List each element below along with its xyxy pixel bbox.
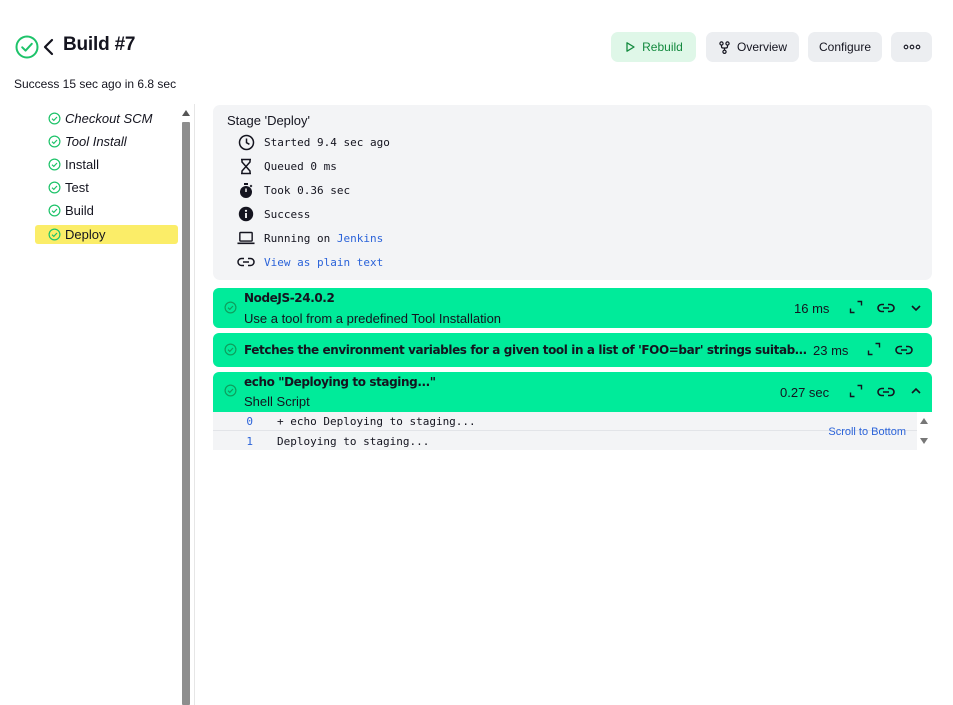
log-line-number[interactable]: 0 bbox=[213, 415, 257, 428]
stage-item-test[interactable]: Test bbox=[35, 178, 178, 197]
laptop-icon bbox=[237, 229, 255, 247]
step-title: NodeJS-24.0.2 bbox=[244, 291, 335, 305]
chevron-down-icon[interactable] bbox=[907, 299, 925, 317]
expand-icon[interactable] bbox=[865, 340, 883, 358]
step-title: echo "Deploying to staging..." bbox=[244, 375, 436, 389]
step-row[interactable]: echo "Deploying to staging..." Shell Scr… bbox=[213, 372, 932, 412]
scroll-to-bottom-link[interactable]: Scroll to Bottom bbox=[828, 426, 906, 438]
step-row[interactable]: Fetches the environment variables for a … bbox=[213, 333, 932, 367]
stage-item-label: Tool Install bbox=[65, 134, 127, 149]
view-plain-text-link[interactable]: View as plain text bbox=[264, 256, 383, 269]
success-check-icon bbox=[224, 343, 237, 356]
success-check-icon bbox=[224, 301, 237, 314]
sidebar-divider bbox=[194, 104, 195, 705]
stage-queued-text: Queued 0 ms bbox=[264, 159, 337, 173]
sidebar-scrollbar[interactable] bbox=[180, 104, 193, 705]
stage-queued-row: Queued 0 ms bbox=[237, 157, 337, 175]
configure-label: Configure bbox=[818, 40, 872, 54]
success-check-icon bbox=[48, 112, 61, 125]
success-check-icon bbox=[48, 135, 61, 148]
link-icon[interactable] bbox=[877, 299, 895, 317]
success-check-icon bbox=[48, 228, 61, 241]
link-icon[interactable] bbox=[877, 383, 895, 401]
info-icon bbox=[237, 205, 255, 223]
configure-button[interactable]: Configure bbox=[808, 32, 882, 62]
success-check-icon bbox=[48, 204, 61, 217]
success-status-icon bbox=[15, 35, 39, 59]
step-duration: 0.27 sec bbox=[780, 385, 830, 400]
stage-node-prefix: Running on bbox=[264, 231, 337, 245]
rebuild-label: Rebuild bbox=[642, 40, 683, 54]
stage-item-build[interactable]: Build bbox=[35, 201, 178, 220]
build-header: Build #7 Success 15 sec ago in 6.8 sec R… bbox=[0, 0, 953, 100]
stage-item-label: Install bbox=[65, 157, 99, 172]
log-line: 0 + echo Deploying to staging... bbox=[213, 412, 917, 431]
scroll-up-arrow-icon[interactable] bbox=[182, 110, 190, 116]
stage-item-label: Test bbox=[65, 180, 89, 195]
log-line-text: Deploying to staging... bbox=[277, 435, 430, 448]
stage-item-install[interactable]: Install bbox=[35, 155, 178, 174]
stage-tree: Checkout SCM Tool Install Install Test B… bbox=[0, 104, 180, 705]
play-icon bbox=[626, 42, 635, 52]
stage-status-row: Success bbox=[237, 205, 310, 223]
log-line-number[interactable]: 1 bbox=[213, 435, 257, 448]
stage-item-label: Build bbox=[65, 203, 94, 218]
chevron-up-icon[interactable] bbox=[907, 382, 925, 400]
scroll-down-arrow-icon[interactable] bbox=[920, 438, 928, 444]
step-row[interactable]: NodeJS-24.0.2 Use a tool from a predefin… bbox=[213, 288, 932, 328]
stage-item-checkout-scm[interactable]: Checkout SCM bbox=[35, 109, 178, 128]
stage-node-row: Running on Jenkins bbox=[237, 229, 383, 247]
expand-icon[interactable] bbox=[847, 382, 865, 400]
overview-label: Overview bbox=[736, 40, 787, 54]
success-check-icon bbox=[48, 181, 61, 194]
build-status-summary: Success 15 sec ago in 6.8 sec bbox=[14, 77, 177, 91]
log-line: 1 Deploying to staging... bbox=[213, 432, 917, 451]
stage-item-tool-install[interactable]: Tool Install bbox=[35, 132, 178, 151]
scroll-up-arrow-icon[interactable] bbox=[920, 418, 928, 424]
stage-started-row: Started 9.4 sec ago bbox=[237, 133, 390, 151]
log-line-text: + echo Deploying to staging... bbox=[277, 414, 476, 428]
stage-item-label: Checkout SCM bbox=[65, 111, 153, 126]
page-title: Build #7 bbox=[63, 34, 136, 55]
link-icon[interactable] bbox=[895, 341, 913, 359]
step-log-output: 0 + echo Deploying to staging... 1 Deplo… bbox=[213, 412, 917, 450]
stage-started-text: Started 9.4 sec ago bbox=[264, 135, 390, 149]
expand-icon[interactable] bbox=[847, 298, 865, 316]
stage-item-label: Deploy bbox=[65, 227, 106, 242]
success-check-icon bbox=[224, 384, 237, 397]
stage-took-text: Took 0.36 sec bbox=[264, 183, 351, 197]
link-icon bbox=[237, 253, 255, 271]
step-subtitle: Use a tool from a predefined Tool Instal… bbox=[244, 311, 502, 326]
branch-icon bbox=[719, 40, 730, 54]
stage-item-deploy[interactable]: Deploy bbox=[35, 225, 178, 244]
rebuild-button[interactable]: Rebuild bbox=[611, 32, 696, 62]
stage-plaintext-row: View as plain text bbox=[237, 253, 383, 271]
scrollbar-thumb[interactable] bbox=[182, 122, 190, 705]
hourglass-icon bbox=[237, 157, 255, 175]
log-scrollbar[interactable] bbox=[918, 416, 930, 446]
stage-took-row: Took 0.36 sec bbox=[237, 181, 350, 199]
ellipsis-icon bbox=[903, 44, 920, 50]
step-duration: 23 ms bbox=[813, 343, 849, 358]
overview-button[interactable]: Overview bbox=[706, 32, 799, 62]
back-chevron-icon[interactable] bbox=[42, 38, 56, 56]
stage-title: Stage 'Deploy' bbox=[227, 113, 311, 128]
clock-icon bbox=[237, 133, 255, 151]
step-subtitle: Shell Script bbox=[244, 394, 310, 409]
step-duration: 16 ms bbox=[794, 301, 830, 316]
stage-details-card: Stage 'Deploy' Started 9.4 sec ago Queue… bbox=[213, 105, 932, 280]
more-actions-button[interactable] bbox=[891, 32, 932, 62]
success-check-icon bbox=[48, 158, 61, 171]
stage-status-text: Success bbox=[264, 207, 311, 221]
stopwatch-icon bbox=[237, 181, 255, 199]
step-title: Fetches the environment variables for a … bbox=[244, 343, 808, 357]
node-link[interactable]: Jenkins bbox=[337, 232, 383, 245]
